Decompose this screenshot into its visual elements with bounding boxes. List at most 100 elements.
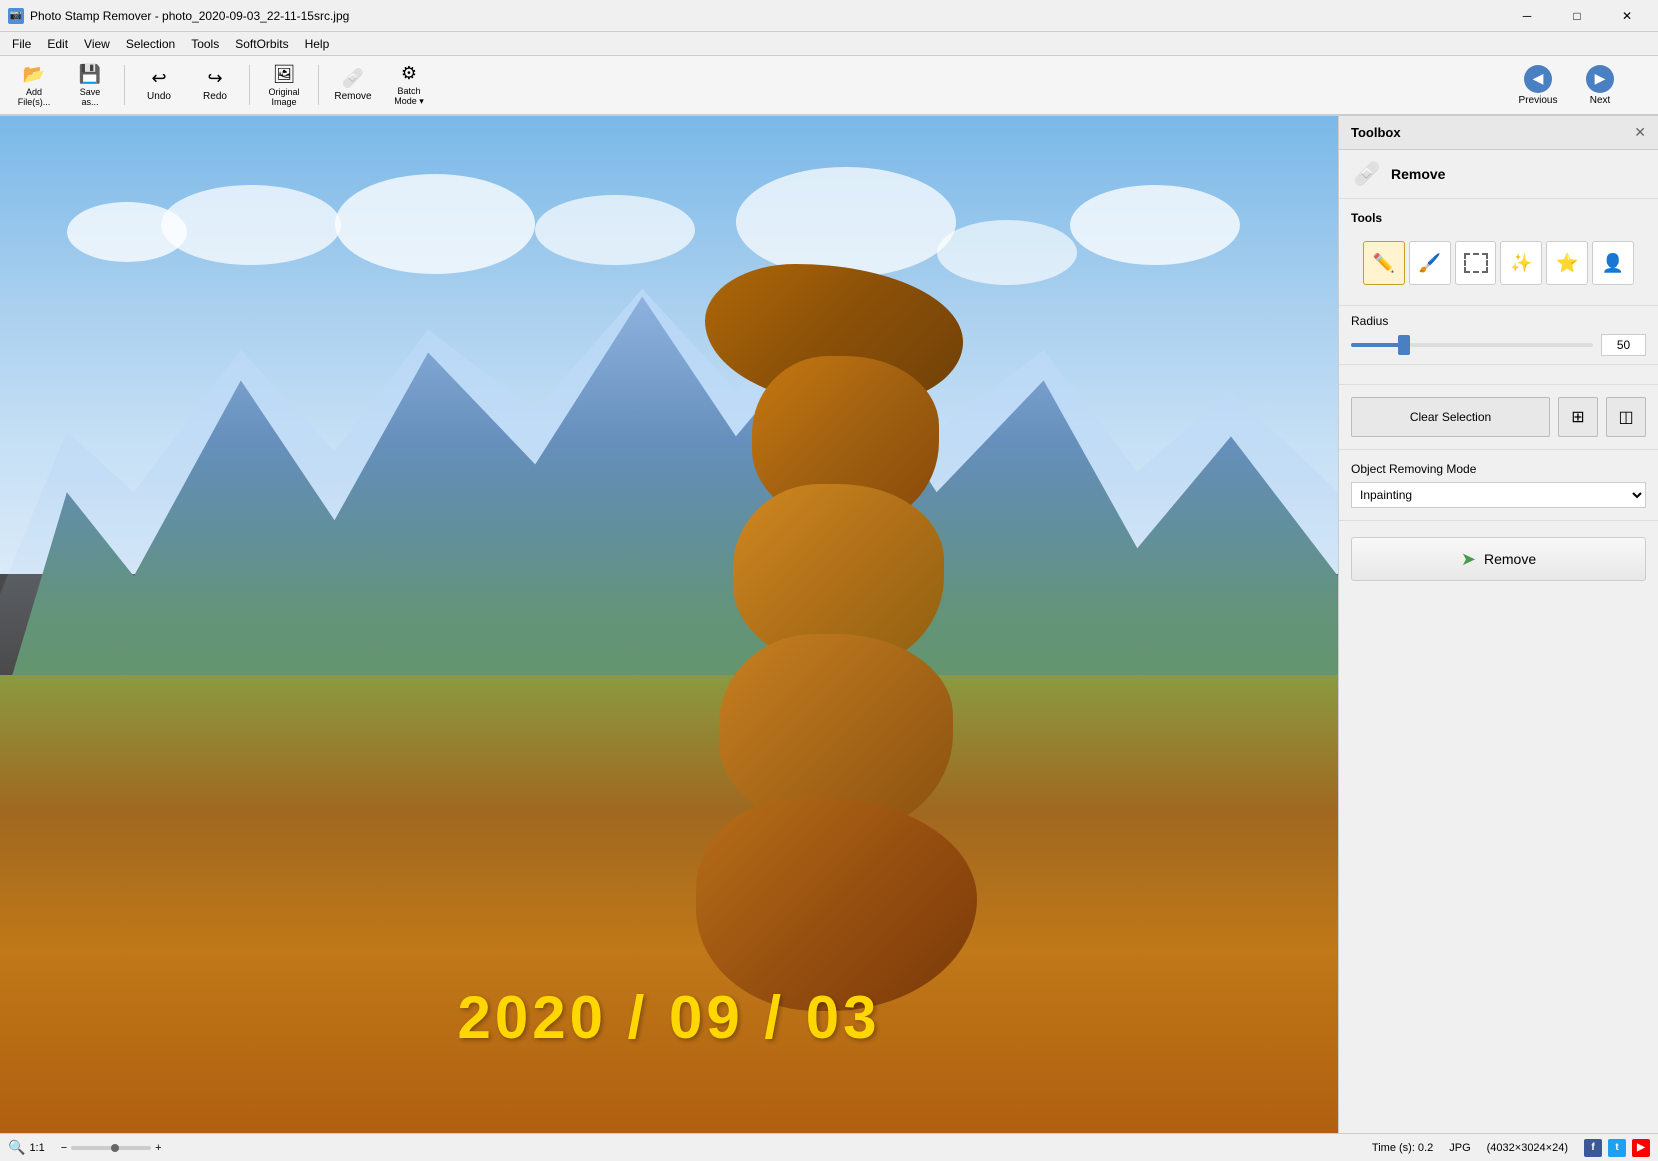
- minimize-button[interactable]: ─: [1504, 0, 1550, 32]
- image-area[interactable]: 2020 / 09 / 03: [0, 116, 1338, 1133]
- remove-button[interactable]: 🩹 Remove: [327, 59, 379, 111]
- zoom-slider[interactable]: − +: [61, 1142, 162, 1154]
- radius-input[interactable]: [1601, 334, 1646, 356]
- original-image-button[interactable]: 🖼 OriginalImage: [258, 59, 310, 111]
- select-all-icon: ⊞: [1571, 407, 1584, 427]
- date-stamp: 2020 / 09 / 03: [458, 983, 881, 1052]
- rocks-pile: [602, 299, 1070, 1011]
- facebook-icon[interactable]: f: [1584, 1139, 1602, 1157]
- main-area: 2020 / 09 / 03 Toolbox ✕ 🩹 Remove Tools …: [0, 116, 1658, 1133]
- title-bar-text: Photo Stamp Remover - photo_2020-09-03_2…: [30, 9, 1504, 23]
- redo-button[interactable]: ↪ Redo: [189, 59, 241, 111]
- zoom-plus-icon[interactable]: +: [155, 1142, 161, 1154]
- menu-view[interactable]: View: [76, 35, 118, 53]
- time-display: Time (s): 0.2: [1372, 1142, 1433, 1154]
- magic-wand-tool[interactable]: ✨: [1500, 241, 1542, 285]
- menu-selection[interactable]: Selection: [118, 35, 183, 53]
- undo-button[interactable]: ↩ Undo: [133, 59, 185, 111]
- maximize-button[interactable]: □: [1554, 0, 1600, 32]
- cloud-5: [736, 167, 956, 277]
- object-removing-mode-section: Object Removing Mode Inpainting Smart Fi…: [1339, 450, 1658, 521]
- batch-mode-label: BatchMode ▾: [394, 86, 424, 107]
- remove-section-header: 🩹 Remove: [1339, 150, 1658, 199]
- save-as-label: Saveas...: [80, 87, 101, 107]
- format-display: JPG: [1449, 1142, 1470, 1154]
- invert-selection-icon: ◫: [1618, 407, 1633, 427]
- tools-row: ✏️ 🖌️ ✨ ⭐ 👤: [1351, 233, 1646, 293]
- rock-1: [696, 797, 977, 1011]
- undo-icon: ↩: [151, 68, 166, 89]
- cloud-6: [937, 220, 1077, 285]
- cloud-7: [1070, 185, 1240, 265]
- mode-select[interactable]: Inpainting Smart Fill Averaging: [1351, 482, 1646, 508]
- clone-tool[interactable]: 👤: [1592, 241, 1634, 285]
- select-all-button[interactable]: ⊞: [1558, 397, 1598, 437]
- image-scene: 2020 / 09 / 03: [0, 116, 1338, 1133]
- toolbox-panel: Toolbox ✕ 🩹 Remove Tools ✏️ 🖌️: [1338, 116, 1658, 1133]
- app-icon: 📷: [8, 8, 24, 24]
- add-files-label: AddFile(s)...: [18, 87, 51, 107]
- batch-mode-button[interactable]: ⚙ BatchMode ▾: [383, 59, 435, 111]
- zoom-thumb[interactable]: [111, 1144, 119, 1152]
- radius-slider[interactable]: [1351, 343, 1593, 347]
- radius-track: [1351, 343, 1404, 347]
- title-bar-controls: ─ □ ✕: [1504, 0, 1650, 32]
- clear-selection-button[interactable]: Clear Selection: [1351, 397, 1550, 437]
- invert-selection-button[interactable]: ◫: [1606, 397, 1646, 437]
- remove-action-label: Remove: [1484, 551, 1536, 567]
- menu-tools[interactable]: Tools: [183, 35, 227, 53]
- twitter-icon[interactable]: t: [1608, 1139, 1626, 1157]
- remove-section-icon: 🩹: [1351, 158, 1383, 190]
- remove-toolbar-label: Remove: [334, 91, 371, 102]
- separator-1: [124, 65, 125, 105]
- auto-tool[interactable]: ⭐: [1546, 241, 1588, 285]
- clear-selection-row: Clear Selection ⊞ ◫: [1339, 385, 1658, 450]
- toolbox-header: Toolbox ✕: [1339, 116, 1658, 150]
- rect-select-tool[interactable]: [1455, 241, 1497, 285]
- clone-icon: 👤: [1602, 253, 1624, 274]
- next-button[interactable]: ▶ Next: [1570, 59, 1630, 111]
- next-label: Next: [1590, 95, 1611, 106]
- next-icon: ▶: [1586, 65, 1614, 93]
- menu-softorbits[interactable]: SoftOrbits: [227, 35, 296, 53]
- cloud-2: [161, 185, 341, 265]
- previous-label: Previous: [1519, 95, 1558, 106]
- remove-section-title: Remove: [1391, 166, 1445, 182]
- mode-label: Object Removing Mode: [1351, 462, 1646, 476]
- menu-file[interactable]: File: [4, 35, 39, 53]
- radius-label: Radius: [1351, 314, 1646, 328]
- cloud-3: [335, 174, 535, 274]
- auto-icon: ⭐: [1556, 253, 1578, 274]
- previous-button[interactable]: ◀ Previous: [1508, 59, 1568, 111]
- zoom-level-text: 1:1: [29, 1142, 44, 1154]
- social-icons: f t ▶: [1584, 1139, 1650, 1157]
- original-image-icon: 🖼: [273, 64, 296, 85]
- menu-help[interactable]: Help: [297, 35, 338, 53]
- separator-3: [318, 65, 319, 105]
- pencil-tool[interactable]: ✏️: [1363, 241, 1405, 285]
- close-button[interactable]: ✕: [1604, 0, 1650, 32]
- tools-section-title: Tools: [1351, 211, 1646, 225]
- batch-mode-icon: ⚙: [401, 63, 417, 84]
- remove-action-button[interactable]: ➤ Remove: [1351, 537, 1646, 581]
- menu-edit[interactable]: Edit: [39, 35, 76, 53]
- undo-label: Undo: [147, 91, 171, 102]
- status-right: Time (s): 0.2 JPG (4032×3024×24) f t ▶: [1372, 1139, 1650, 1157]
- tools-section: Tools ✏️ 🖌️ ✨ ⭐ 👤: [1339, 199, 1658, 306]
- title-bar: 📷 Photo Stamp Remover - photo_2020-09-03…: [0, 0, 1658, 32]
- zoom-level-icon: 🔍: [8, 1139, 25, 1156]
- zoom-track[interactable]: [71, 1146, 151, 1150]
- separator-2: [249, 65, 250, 105]
- zoom-minus-icon[interactable]: −: [61, 1142, 67, 1154]
- remove-toolbar-icon: 🩹: [342, 68, 364, 89]
- redo-label: Redo: [203, 91, 227, 102]
- brush-tool[interactable]: 🖌️: [1409, 241, 1451, 285]
- radius-thumb[interactable]: [1398, 335, 1410, 355]
- cloud-4: [535, 195, 695, 265]
- add-files-icon: 📂: [23, 64, 45, 85]
- save-as-button[interactable]: 💾 Saveas...: [64, 59, 116, 111]
- brush-icon: 🖌️: [1419, 253, 1441, 274]
- toolbox-close-button[interactable]: ✕: [1634, 124, 1646, 141]
- add-files-button[interactable]: 📂 AddFile(s)...: [8, 59, 60, 111]
- youtube-icon[interactable]: ▶: [1632, 1139, 1650, 1157]
